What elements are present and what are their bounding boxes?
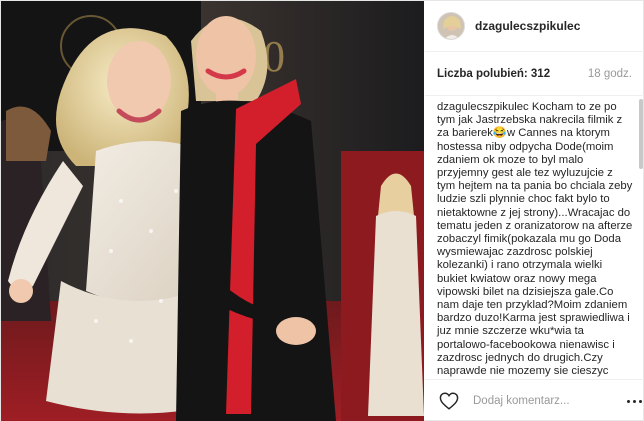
post-photo[interactable]: 70: [1, 1, 424, 421]
post-header: dzagulecszpikulec: [425, 1, 644, 52]
caption-username[interactable]: dzagulecszpikulec: [437, 101, 529, 113]
avatar[interactable]: [437, 12, 465, 40]
dot-icon: [633, 399, 636, 403]
like-count[interactable]: Liczba polubień: 312: [437, 68, 550, 80]
caption-scrollbar[interactable]: [639, 97, 643, 378]
post-timestamp[interactable]: 18 godz.: [588, 68, 632, 80]
instagram-post: 70: [0, 0, 644, 421]
comment-input[interactable]: [473, 395, 627, 407]
heart-icon[interactable]: [439, 392, 459, 410]
red-carpet-photo: 70: [1, 1, 424, 421]
more-options-icon[interactable]: [627, 396, 642, 406]
caption-text: Kocham to ze po tym jak Jastrzebska nakr…: [437, 101, 633, 378]
avatar-image: [438, 13, 464, 39]
caption-container[interactable]: dzagulecszpikulec Kocham to ze po tym ja…: [425, 97, 644, 378]
scroll-thumb[interactable]: [639, 99, 643, 169]
post-footer: [425, 379, 644, 421]
post-sidebar: dzagulecszpikulec Liczba polubień: 312 1…: [425, 1, 644, 421]
username-link[interactable]: dzagulecszpikulec: [475, 19, 580, 33]
caption: dzagulecszpikulec Kocham to ze po tym ja…: [437, 101, 634, 378]
dot-icon: [627, 399, 630, 403]
dot-icon: [639, 399, 642, 403]
post-meta: Liczba polubień: 312 18 godz.: [425, 52, 644, 96]
